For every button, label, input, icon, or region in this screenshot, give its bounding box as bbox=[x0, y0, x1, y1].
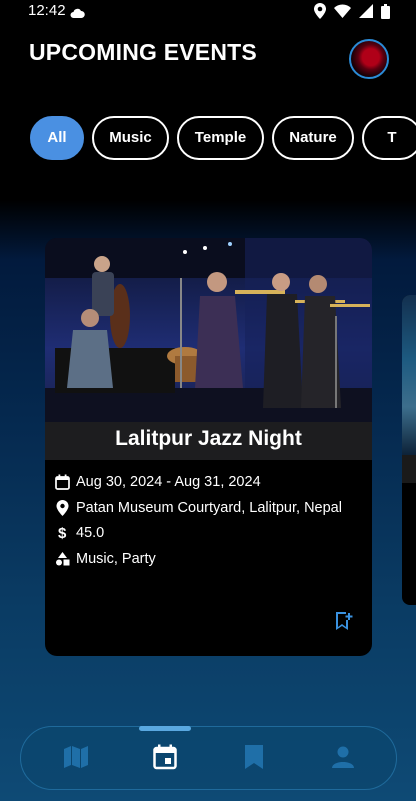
chip-music[interactable]: Music bbox=[92, 116, 169, 160]
dollar-icon: $ bbox=[58, 525, 67, 541]
nav-profile[interactable] bbox=[328, 742, 358, 772]
status-time: 12:42 bbox=[28, 2, 66, 19]
nav-map[interactable] bbox=[61, 742, 91, 772]
event-price: 45.0 bbox=[76, 525, 105, 541]
event-image-next bbox=[402, 295, 416, 455]
event-location: Patan Museum Courtyard, Lalitpur, Nepal bbox=[76, 500, 342, 516]
event-date-row: Aug 30, 2024 - Aug 31, 2024 bbox=[55, 474, 261, 490]
avatar[interactable] bbox=[349, 39, 389, 79]
event-categories-row: Music, Party bbox=[55, 551, 156, 567]
nav-calendar[interactable] bbox=[150, 742, 180, 772]
page-title: UPCOMING EVENTS bbox=[29, 39, 257, 65]
location-icon bbox=[56, 500, 69, 516]
event-date: Aug 30, 2024 - Aug 31, 2024 bbox=[76, 474, 261, 490]
event-price-row: $ 45.0 bbox=[55, 525, 104, 541]
title-bar-next bbox=[402, 455, 416, 483]
chip-nature[interactable]: Nature bbox=[272, 116, 354, 160]
calendar-outline-icon bbox=[55, 474, 70, 490]
chip-temple[interactable]: Temple bbox=[177, 116, 264, 160]
chip-partial[interactable]: T bbox=[362, 116, 416, 160]
event-title: Lalitpur Jazz Night bbox=[115, 427, 302, 450]
map-icon bbox=[64, 746, 88, 768]
event-location-row: Patan Museum Courtyard, Lalitpur, Nepal bbox=[55, 500, 342, 516]
event-card[interactable]: Lalitpur Jazz Night Aug 30, 2024 - Aug 3… bbox=[45, 238, 372, 656]
signal-icon bbox=[359, 4, 373, 23]
category-shapes-icon bbox=[56, 552, 70, 566]
chip-all[interactable]: All bbox=[30, 116, 84, 160]
calendar-icon bbox=[153, 744, 177, 770]
location-pin-icon bbox=[314, 3, 326, 24]
event-card-next[interactable] bbox=[402, 295, 416, 605]
event-image bbox=[45, 238, 372, 422]
category-filter-bar[interactable]: All Music Temple Nature T bbox=[30, 116, 416, 160]
active-tab-indicator bbox=[139, 726, 191, 731]
wifi-icon bbox=[334, 4, 351, 23]
status-bar: 12:42 bbox=[0, 0, 416, 22]
bookmark-add-icon[interactable] bbox=[333, 610, 355, 632]
battery-icon bbox=[381, 3, 390, 24]
event-categories: Music, Party bbox=[76, 551, 156, 567]
nav-bookmarks[interactable] bbox=[239, 742, 269, 772]
profile-icon bbox=[332, 746, 354, 768]
svg-text:$: $ bbox=[58, 525, 67, 541]
cloud-icon bbox=[70, 5, 85, 23]
bookmark-icon bbox=[245, 745, 263, 769]
